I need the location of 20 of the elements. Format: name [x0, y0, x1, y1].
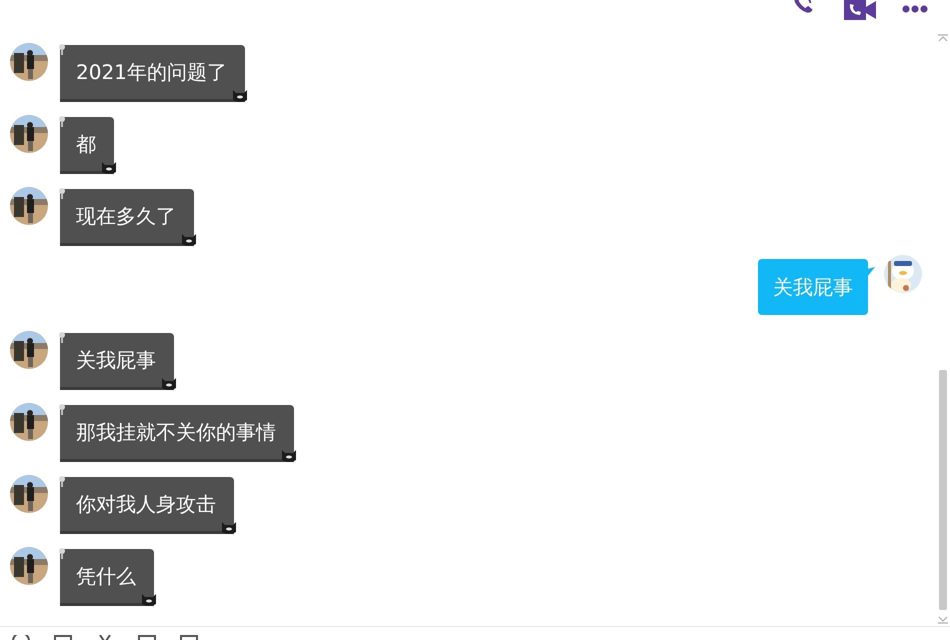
bubble-tail-icon — [867, 267, 875, 277]
message-bubble: 关我屁事 — [758, 259, 868, 315]
message-bubble: 凭什么 — [60, 549, 154, 606]
ornament-icon — [58, 475, 66, 487]
emoji-icon[interactable] — [12, 635, 30, 640]
ornament-icon — [58, 331, 66, 343]
ornament-icon — [58, 115, 66, 127]
message-bubble: 你对我人身攻击 — [60, 477, 234, 534]
ornament-icon — [58, 547, 66, 559]
ornament-icon — [58, 187, 66, 199]
message-bubble: 关我屁事 — [60, 333, 174, 390]
ornament-icon — [58, 43, 66, 55]
message-bubble: 2021年的问题了 — [60, 45, 245, 102]
message-bubble: 现在多久了 — [60, 189, 194, 246]
ornament-icon — [58, 403, 66, 415]
video-camera-icon[interactable] — [844, 0, 876, 20]
message-bubble: 都 — [60, 117, 114, 174]
message-bubble: 那我挂就不关你的事情 — [60, 405, 294, 462]
scrollbar-thumb[interactable] — [939, 370, 947, 610]
more-icon[interactable] — [902, 5, 928, 13]
